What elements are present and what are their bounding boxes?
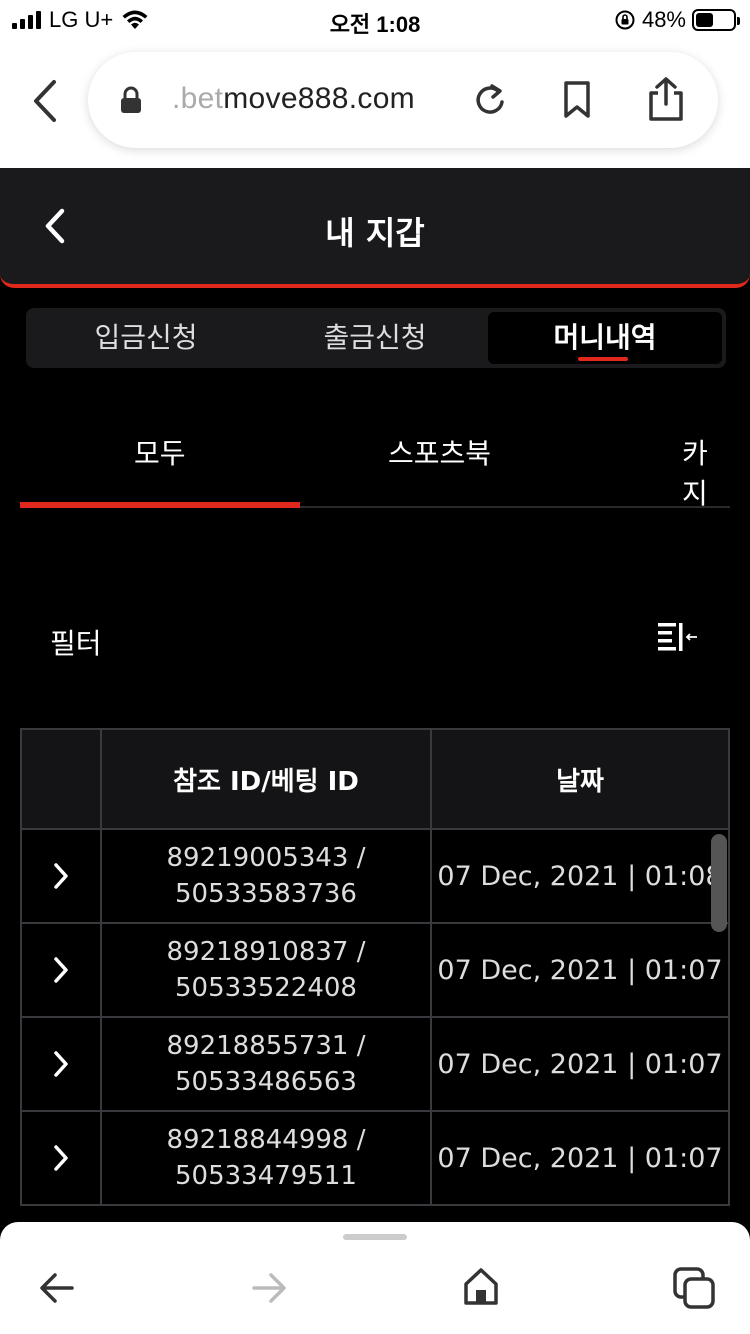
- page-title: 내 지갑: [325, 214, 425, 252]
- ref-id: 89219005343 /: [166, 843, 366, 873]
- filter-list-icon[interactable]: [656, 620, 700, 656]
- expand-cell[interactable]: [22, 1112, 102, 1204]
- drag-handle[interactable]: [343, 1234, 407, 1240]
- battery-icon: [692, 9, 740, 31]
- table-row[interactable]: 89218910837 / 50533522408 07 Dec, 2021 | …: [22, 924, 728, 1018]
- table-row[interactable]: 89218855731 / 50533486563 07 Dec, 2021 | …: [22, 1018, 728, 1112]
- bet-id: 50533486563: [175, 1067, 357, 1097]
- bet-id: 50533583736: [175, 879, 357, 909]
- browser-toolbar: .betmove888.com: [0, 40, 750, 168]
- tab-money-history-label: 머니내역: [553, 321, 657, 354]
- browser-bottom-toolbar: [0, 1222, 750, 1334]
- ref-id-cell: 89218910837 / 50533522408: [102, 924, 432, 1016]
- table-scrollbar[interactable]: [711, 834, 727, 932]
- chevron-right-icon[interactable]: [51, 861, 71, 891]
- forward-arrow-icon[interactable]: [250, 1270, 288, 1306]
- lock-icon: [121, 86, 141, 113]
- subtab-all[interactable]: 모두: [134, 432, 186, 472]
- tab-money-history[interactable]: 머니내역: [488, 312, 722, 364]
- expand-cell[interactable]: [22, 1018, 102, 1110]
- date-cell: 07 Dec, 2021 | 01:07: [437, 1048, 723, 1080]
- url-prefix: .bet: [172, 82, 224, 115]
- ref-id-cell: 89218855731 / 50533486563: [102, 1018, 432, 1110]
- table-row[interactable]: 89219005343 / 50533583736 07 Dec, 2021 | …: [22, 830, 728, 924]
- chevron-left-icon[interactable]: [26, 76, 66, 126]
- back-arrow-icon[interactable]: [38, 1270, 76, 1306]
- ref-id: 89218855731 /: [166, 1031, 366, 1061]
- date-cell: 07 Dec, 2021 | 01:07: [437, 954, 723, 986]
- table-header: 참조 ID/베팅 ID 날짜: [22, 730, 728, 830]
- filter-label: 필터: [50, 627, 102, 660]
- header-ref-id: 참조 ID/베팅 ID: [102, 730, 432, 828]
- header-date: 날짜: [556, 766, 604, 797]
- table-row[interactable]: 89218844998 / 50533479511 07 Dec, 2021 | …: [22, 1112, 728, 1206]
- category-tabs: 모두 스포츠북 카지: [20, 400, 730, 510]
- reload-icon[interactable]: [472, 80, 508, 120]
- url-domain: move888.com: [223, 82, 415, 115]
- date-cell: 07 Dec, 2021 | 01:07: [437, 1142, 723, 1174]
- ref-id: 89218844998 /: [166, 1125, 366, 1155]
- tab-active-indicator: [578, 357, 628, 361]
- date-cell: 07 Dec, 2021 | 01:08: [437, 860, 723, 892]
- share-icon[interactable]: [646, 76, 686, 122]
- app-header: 내 지갑: [0, 168, 750, 288]
- wallet-tabs: 입금신청 출금신청 머니내역: [26, 308, 726, 368]
- tab-withdraw[interactable]: 출금신청: [262, 312, 488, 364]
- ref-id-cell: 89219005343 / 50533583736: [102, 830, 432, 922]
- expand-cell[interactable]: [22, 924, 102, 1016]
- battery-percent: 48%: [641, 7, 686, 32]
- bookmark-icon[interactable]: [562, 80, 592, 120]
- tab-deposit-label: 입금신청: [94, 321, 198, 354]
- bet-id: 50533522408: [175, 973, 357, 1003]
- subtab-casino[interactable]: 카지: [682, 432, 730, 512]
- ref-id: 89218910837 /: [166, 937, 366, 967]
- tabs-icon[interactable]: [672, 1266, 716, 1310]
- chevron-right-icon[interactable]: [51, 1143, 71, 1173]
- status-bar: LG U+ 오전 1:08 48%: [0, 0, 750, 40]
- expand-cell[interactable]: [22, 830, 102, 922]
- subtab-active-indicator: [20, 502, 300, 508]
- home-icon[interactable]: [462, 1266, 500, 1306]
- url-text[interactable]: .betmove888.com: [172, 82, 415, 116]
- chevron-right-icon[interactable]: [51, 955, 71, 985]
- money-history-table: 참조 ID/베팅 ID 날짜 89219005343 / 50533583736 …: [20, 728, 730, 1206]
- status-right: 48%: [614, 7, 740, 33]
- ref-id-cell: 89218844998 / 50533479511: [102, 1112, 432, 1204]
- header-expand: [22, 730, 102, 828]
- address-bar[interactable]: .betmove888.com: [88, 52, 718, 148]
- chevron-right-icon[interactable]: [51, 1049, 71, 1079]
- subtab-sportsbook[interactable]: 스포츠북: [388, 432, 491, 472]
- tab-deposit[interactable]: 입금신청: [30, 312, 262, 364]
- tab-withdraw-label: 출금신청: [323, 321, 427, 354]
- bet-id: 50533479511: [175, 1161, 357, 1191]
- orientation-lock-icon: [615, 10, 635, 30]
